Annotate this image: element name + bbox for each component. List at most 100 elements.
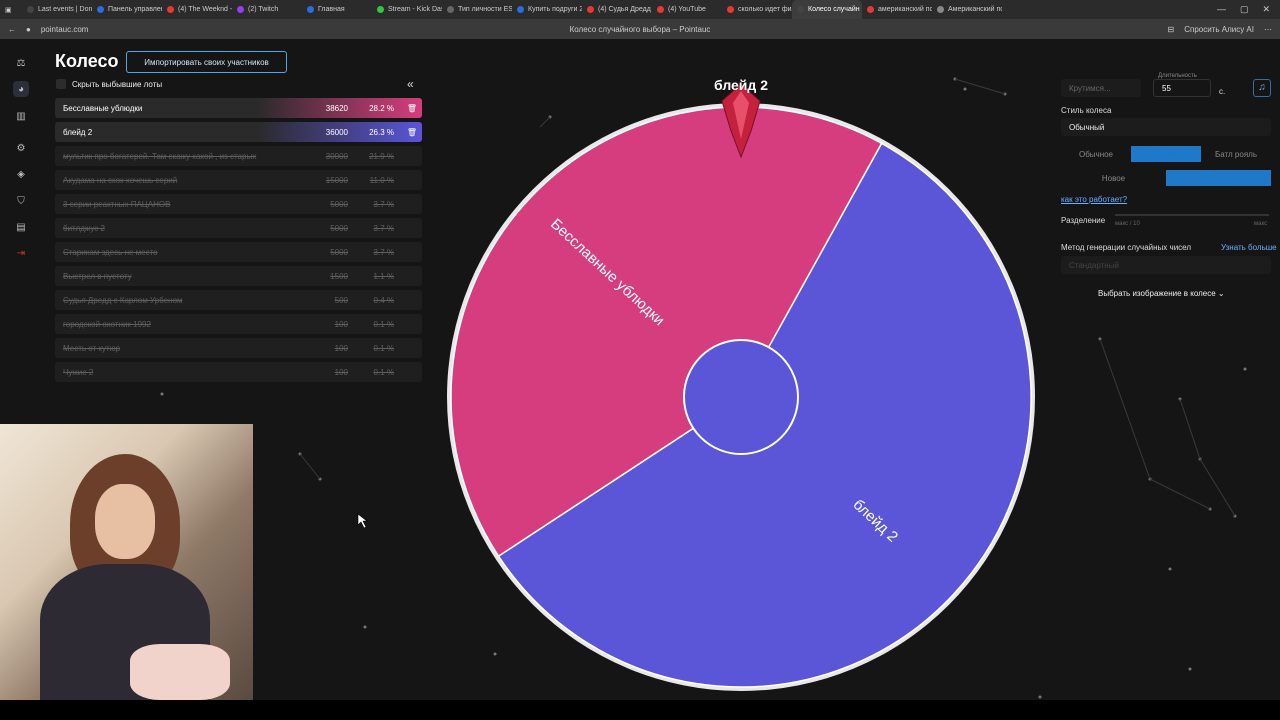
lot-name: городской охотник 1992 (63, 319, 151, 329)
extensions-icon[interactable]: ⋯ (1264, 25, 1272, 34)
lot-row[interactable]: 3 серии реактных ПАЦАНОВ50003.7 %🗑 (55, 194, 422, 214)
layers-icon[interactable]: ◈ (13, 166, 29, 182)
tab-label: Тип личности ESI (458, 6, 512, 13)
browser-tab[interactable]: Панель управлен (92, 0, 162, 19)
browser-tab[interactable]: Главная (302, 0, 372, 19)
how-it-works-link[interactable]: как это работает? (1061, 195, 1127, 204)
lot-amount: 30000 (325, 151, 348, 161)
tab-favicon (727, 6, 734, 13)
wheel-style-label: Стиль колеса (1061, 106, 1112, 115)
flowers (130, 644, 230, 700)
browser-tab[interactable]: Last events | Don (22, 0, 92, 19)
lot-amount: 100 (334, 319, 348, 329)
tab-label: Колесо случайн (808, 6, 860, 13)
duration-input[interactable]: 55 (1153, 79, 1211, 97)
auction-icon[interactable]: ⚖ (13, 55, 29, 71)
history-icon[interactable]: ▤ (13, 219, 29, 235)
back-icon[interactable]: ← (8, 25, 16, 34)
browser-tab[interactable]: (2) Twitch (232, 0, 302, 19)
delete-lot-icon[interactable]: 🗑 (402, 104, 422, 113)
lot-name: 3 серии реактных ПАЦАНОВ (63, 199, 171, 209)
mode-tabs-0[interactable]: Обычное (1061, 146, 1131, 162)
page-title: Колесо случайного выбора – Pointauc (569, 24, 711, 34)
split-tabs-0[interactable]: Новое (1061, 170, 1166, 186)
lot-row[interactable]: мультик про богатерей. Там скажу какой ,… (55, 146, 422, 166)
browser-tab[interactable]: Тип личности ESI (442, 0, 512, 19)
maximize-icon[interactable]: ▢ (1240, 4, 1249, 15)
wheel-style-select[interactable]: Обычный (1061, 118, 1271, 136)
mode-tabs-2[interactable]: Батл рояль (1201, 146, 1271, 162)
lot-name: блейд 2 (63, 127, 93, 137)
hide-eliminated-toggle[interactable]: Скрыть выбывшие лоты (56, 79, 162, 89)
delete-lot-icon[interactable]: 🗑 (402, 128, 422, 137)
choose-wheel-image-button[interactable]: Выбрать изображение в колесе ⌄ (1098, 289, 1225, 298)
lot-name: Судья Дредд с Карлом Урбеном (63, 295, 183, 305)
tab-label: (2) Twitch (248, 6, 279, 13)
lot-amount: 100 (334, 343, 348, 353)
lot-row[interactable]: Чужие 21000.1 %🗑 (55, 362, 422, 382)
hide-eliminated-checkbox[interactable] (56, 79, 66, 89)
lot-percent: 3.7 % (373, 199, 394, 209)
logout-icon[interactable]: ⇥ (13, 245, 29, 261)
settings-icon[interactable]: ⚙ (13, 140, 29, 156)
lot-amount: 36000 (325, 127, 348, 137)
browser-tab[interactable]: американский пс (862, 0, 932, 19)
browser-tab[interactable]: (4) Судья Дредд (582, 0, 652, 19)
lot-percent: 3.7 % (373, 223, 394, 233)
browser-tab[interactable]: Американский пс (932, 0, 1002, 19)
wheel-icon[interactable]: ◕ (13, 81, 29, 97)
lot-row[interactable]: блейд 2 36000 26.3 % 🗑 (55, 122, 422, 142)
lot-name: Бесславные ублюдки (63, 103, 143, 113)
network-dot (160, 392, 164, 396)
browser-tab[interactable]: Купить подруги 2 (512, 0, 582, 19)
minimize-icon[interactable]: — (1217, 4, 1226, 15)
import-participants-button[interactable]: Импортировать своих участников (126, 51, 287, 73)
lot-row[interactable]: Выстрел в пустоту15001.1 %🗑 (55, 266, 422, 286)
tab-label: Last events | Don (38, 6, 92, 13)
tab-label: сколько идет фил (738, 6, 792, 13)
browser-menu-icon[interactable]: ▣ (0, 0, 22, 19)
browser-tab[interactable]: (4) YouTube (652, 0, 722, 19)
rng-learn-more-link[interactable]: Узнать больше (1221, 243, 1277, 252)
alice-button[interactable]: Спросить Алису AI (1184, 25, 1254, 34)
lot-row[interactable]: Бесславные ублюдки 38620 28.2 % 🗑 (55, 98, 422, 118)
stats-icon[interactable]: ▥ (13, 108, 29, 124)
bookmark-icon[interactable]: ⊟ (1168, 25, 1175, 34)
lot-row[interactable]: Старикам здесь не место50003.7 %🗑 (55, 242, 422, 262)
mouse-cursor-icon (357, 513, 368, 529)
wheel-style-value: Обычный (1069, 122, 1105, 132)
browser-tab[interactable]: Колесо случайн× (792, 0, 862, 19)
tab-favicon (27, 6, 34, 13)
tab-favicon (517, 6, 524, 13)
lot-row[interactable]: Месть от кутюр1000.1 %🗑 (55, 338, 422, 358)
lot-row[interactable]: Акудама на скок хочешь серий1500011.0 %🗑 (55, 170, 422, 190)
split-slider[interactable] (1115, 214, 1269, 216)
close-window-icon[interactable]: ✕ (1262, 4, 1270, 15)
music-icon[interactable]: ♫ (1253, 79, 1271, 97)
browser-tab-strip: ▣ Last events | Don Панель управлен (4) Th… (0, 0, 1280, 19)
window-controls: — ▢ ✕ (1217, 4, 1280, 15)
browser-tab[interactable]: (4) The Weeknd - (162, 0, 232, 19)
split-label: Разделение (1061, 216, 1106, 225)
mode-tabs-1[interactable]: Выбывание (1131, 146, 1201, 162)
lot-percent: 11.0 % (369, 175, 394, 185)
lot-row[interactable]: Судья Дредд с Карлом Урбеном5000.4 %🗑 (55, 290, 422, 310)
lot-name: битлджус 2 (63, 223, 105, 233)
collapse-panel-icon[interactable]: « (407, 77, 414, 91)
spin-status-text: Крутимся... (1069, 83, 1111, 93)
split-tabs-1[interactable]: Старое (1166, 170, 1271, 186)
url-text[interactable]: pointauc.com (41, 25, 89, 34)
browser-tab[interactable]: сколько идет фил (722, 0, 792, 19)
split-max-label: макс (1254, 221, 1268, 227)
lot-row[interactable]: битлджус 250003.7 %🗑 (55, 218, 422, 238)
tab-favicon (867, 6, 874, 13)
lot-row[interactable]: городской охотник 19921000.1 %🗑 (55, 314, 422, 334)
shield-icon[interactable]: ⛉ (13, 193, 29, 209)
tab-favicon (587, 6, 594, 13)
settings-panel: Крутимся... Длительность 55 с. ♫ Стиль к… (1058, 39, 1280, 700)
browser-tab[interactable]: Stream - Kick Das (372, 0, 442, 19)
rng-method-select[interactable]: Стандартный (1061, 256, 1271, 274)
chevron-down-icon: ⌄ (1217, 289, 1225, 298)
network-dot (363, 625, 367, 629)
tab-favicon (377, 6, 384, 13)
